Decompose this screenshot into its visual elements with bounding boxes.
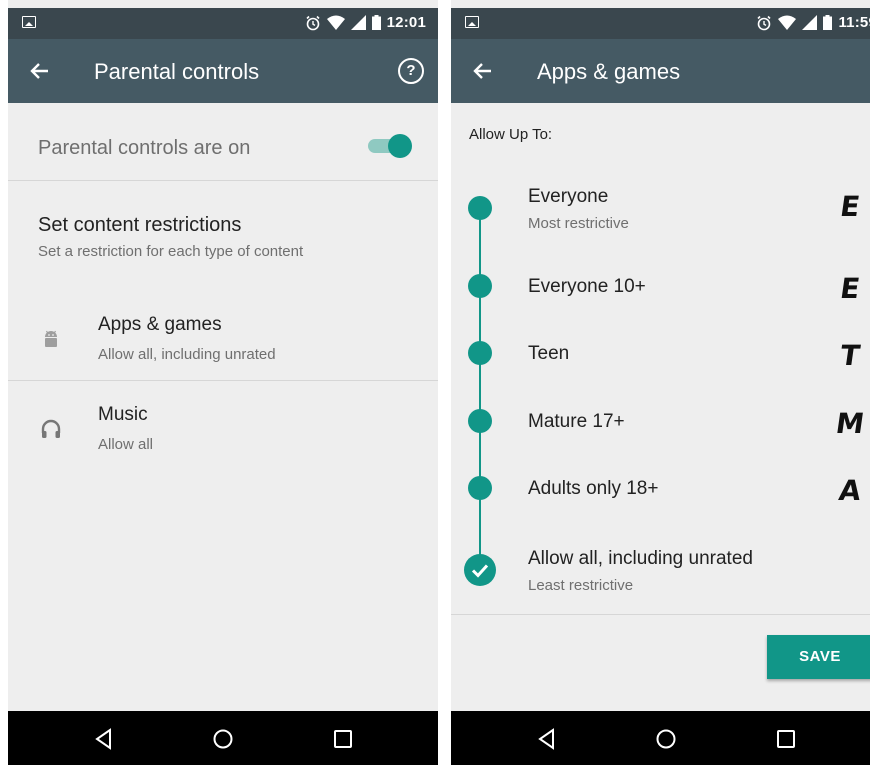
wifi-icon bbox=[778, 15, 797, 30]
save-button[interactable]: SAVE bbox=[767, 635, 870, 679]
rating-option-allow-all[interactable]: Allow all, including unrated Least restr… bbox=[451, 540, 870, 600]
rating-option-adults-only[interactable]: Adults only 18+ A bbox=[451, 460, 870, 520]
rating-title: Teen bbox=[528, 343, 570, 364]
rating-subtitle: Least restrictive bbox=[528, 577, 634, 594]
esrb-m-badge-icon: M bbox=[833, 407, 867, 440]
rating-title: Adults only 18+ bbox=[528, 478, 659, 499]
app-bar: Parental controls ? bbox=[8, 39, 438, 103]
esrb-ao-badge-icon: A bbox=[836, 474, 864, 507]
nav-recents-icon[interactable] bbox=[775, 728, 797, 750]
selected-check-icon bbox=[464, 554, 496, 586]
battery-icon bbox=[371, 15, 381, 30]
status-time: 12:01 bbox=[386, 14, 426, 31]
nav-back-icon[interactable] bbox=[536, 728, 558, 750]
parental-controls-switch[interactable] bbox=[368, 134, 412, 158]
gallery-notification-icon bbox=[22, 16, 36, 28]
rating-dot bbox=[468, 409, 492, 433]
phone-right-screen: 11:59 Apps & games Allow Up To: Everyone… bbox=[451, 0, 870, 765]
cell-signal-icon bbox=[802, 15, 818, 30]
nav-home-icon[interactable] bbox=[212, 728, 234, 750]
rating-dot bbox=[468, 476, 492, 500]
rating-dot bbox=[468, 274, 492, 298]
rating-title: Everyone 10+ bbox=[528, 276, 646, 297]
list-item-music[interactable]: Music Allow all bbox=[8, 390, 438, 470]
alarm-icon bbox=[306, 15, 320, 30]
esrb-e10-badge-icon: E bbox=[838, 272, 862, 305]
nav-recents-icon[interactable] bbox=[332, 728, 354, 750]
phone-left-screen: 12:01 Parental controls ? Parental contr… bbox=[8, 0, 438, 765]
rating-title: Everyone bbox=[528, 186, 609, 207]
android-icon bbox=[45, 330, 57, 347]
alarm-icon bbox=[757, 15, 772, 30]
back-arrow-icon[interactable] bbox=[471, 59, 495, 83]
nav-back-icon[interactable] bbox=[93, 728, 115, 750]
app-bar: Apps & games bbox=[451, 39, 870, 103]
battery-icon bbox=[823, 15, 833, 30]
divider bbox=[451, 614, 870, 615]
help-icon[interactable]: ? bbox=[398, 58, 424, 84]
status-bar: 12:01 bbox=[8, 8, 438, 39]
page-title: Parental controls bbox=[94, 59, 260, 84]
headphones-icon bbox=[41, 419, 61, 438]
rating-option-everyone-10[interactable]: Everyone 10+ E bbox=[451, 258, 870, 318]
toggle-label: Parental controls are on bbox=[38, 137, 251, 159]
rating-title: Mature 17+ bbox=[528, 411, 625, 432]
gallery-notification-icon bbox=[465, 16, 479, 28]
parental-controls-toggle-row[interactable]: Parental controls are on bbox=[8, 103, 438, 181]
navigation-bar bbox=[451, 711, 870, 765]
esrb-t-badge-icon: T bbox=[838, 339, 862, 372]
status-time: 11:59 bbox=[838, 14, 870, 31]
rating-option-mature[interactable]: Mature 17+ M bbox=[451, 393, 870, 453]
rating-option-teen[interactable]: Teen T bbox=[451, 325, 870, 385]
status-bar: 11:59 bbox=[451, 8, 870, 39]
back-arrow-icon[interactable] bbox=[28, 59, 52, 83]
list-item-title: Music bbox=[98, 404, 148, 425]
rating-subtitle: Most restrictive bbox=[528, 215, 629, 232]
wifi-icon bbox=[326, 15, 345, 30]
allow-up-to-label: Allow Up To: bbox=[469, 126, 553, 143]
rating-option-everyone[interactable]: Everyone Most restrictive E bbox=[451, 180, 870, 240]
rating-dot bbox=[468, 196, 492, 220]
section-subtitle: Set a restriction for each type of conte… bbox=[38, 243, 304, 260]
rating-dot bbox=[468, 341, 492, 365]
esrb-e-badge-icon: E bbox=[838, 190, 862, 223]
cell-signal-icon bbox=[350, 15, 366, 30]
list-item-apps-games[interactable]: Apps & games Allow all, including unrate… bbox=[8, 300, 438, 381]
section-title: Set content restrictions bbox=[38, 214, 242, 236]
rating-title: Allow all, including unrated bbox=[528, 548, 753, 569]
navigation-bar bbox=[8, 711, 438, 765]
list-item-subtitle: Allow all bbox=[98, 436, 154, 453]
page-title: Apps & games bbox=[537, 59, 681, 84]
list-item-subtitle: Allow all, including unrated bbox=[98, 346, 276, 363]
nav-home-icon[interactable] bbox=[655, 728, 677, 750]
list-item-title: Apps & games bbox=[98, 314, 222, 335]
